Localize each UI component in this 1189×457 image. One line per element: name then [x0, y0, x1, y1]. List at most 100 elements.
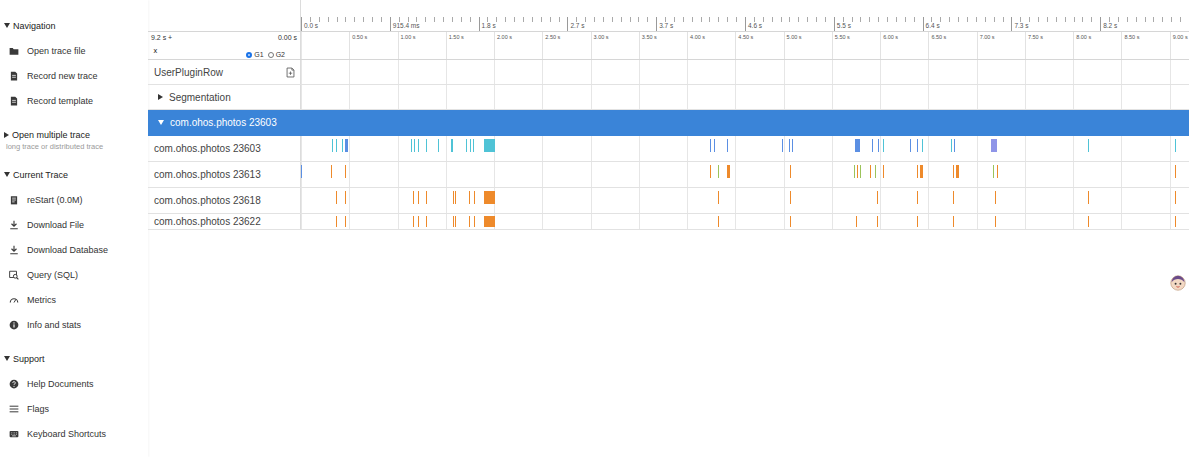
sidebar-item[interactable]: Download Database — [0, 237, 148, 262]
row-label[interactable]: com.ohos.photos 23603 — [148, 110, 301, 135]
row-track[interactable] — [301, 85, 1189, 109]
trace-slice[interactable] — [872, 139, 873, 152]
trace-slice[interactable] — [782, 139, 783, 152]
trace-slice[interactable] — [875, 165, 876, 178]
trace-slice[interactable] — [790, 216, 791, 227]
trace-slice[interactable] — [995, 216, 996, 227]
trace-slice[interactable] — [718, 216, 719, 227]
row-label[interactable]: com.ohos.photos 23613 — [148, 162, 301, 187]
row-track[interactable] — [301, 162, 1189, 187]
sidebar-item[interactable]: Help Documents — [0, 371, 148, 396]
trace-slice[interactable] — [870, 165, 871, 178]
sidebar-item[interactable]: Query (SQL) — [0, 262, 148, 287]
trace-slice[interactable] — [455, 191, 456, 204]
trace-slice[interactable] — [426, 139, 427, 152]
trace-slice[interactable] — [920, 165, 923, 178]
trace-slice[interactable] — [997, 165, 998, 178]
trace-slice[interactable] — [413, 216, 414, 227]
trace-slice[interactable] — [426, 216, 427, 227]
trace-slice[interactable] — [345, 165, 346, 178]
trace-slice[interactable] — [883, 165, 884, 178]
row-track[interactable] — [301, 60, 1189, 84]
sidebar-item[interactable]: Flags — [0, 396, 148, 421]
trace-slice[interactable] — [953, 191, 954, 204]
trace-slice[interactable] — [345, 216, 346, 227]
trace-slice[interactable] — [855, 139, 860, 152]
trace-slice[interactable] — [426, 191, 427, 204]
trace-slice[interactable] — [474, 191, 475, 204]
trace-slice[interactable] — [710, 165, 711, 178]
trace-slice[interactable] — [991, 139, 997, 152]
trace-row[interactable]: com.ohos.photos 23618 — [148, 188, 1189, 214]
trace-slice[interactable] — [418, 139, 419, 152]
trace-slice[interactable] — [953, 165, 954, 178]
expand-arrow-icon[interactable] — [158, 120, 164, 125]
trace-slice[interactable] — [1088, 216, 1089, 227]
group-radio[interactable]: G1 — [246, 51, 263, 58]
trace-slice[interactable] — [790, 191, 791, 204]
trace-slice[interactable] — [951, 139, 952, 152]
trace-slice[interactable] — [789, 139, 790, 152]
group-radio[interactable]: G2 — [268, 51, 285, 58]
trace-slice[interactable] — [469, 216, 470, 227]
trace-slice[interactable] — [418, 216, 419, 227]
sidebar-item[interactable]: reStart (0.0M) — [0, 187, 148, 212]
trace-slice[interactable] — [336, 216, 337, 227]
row-track[interactable] — [301, 110, 1189, 135]
trace-slice[interactable] — [345, 139, 348, 152]
trace-slice[interactable] — [466, 139, 467, 152]
sidebar-item[interactable]: Info and stats — [0, 312, 148, 337]
trace-slice[interactable] — [710, 139, 711, 152]
trace-slice[interactable] — [953, 216, 954, 227]
row-label[interactable]: Segmentation — [148, 85, 301, 109]
trace-slice[interactable] — [883, 139, 884, 152]
trace-slice[interactable] — [917, 165, 918, 178]
trace-slice[interactable] — [714, 139, 715, 152]
trace-slice[interactable] — [910, 139, 911, 152]
row-label[interactable]: com.ohos.photos 23603 — [148, 136, 301, 161]
trace-slice[interactable] — [411, 139, 412, 152]
group-header[interactable]: Navigation — [0, 13, 148, 38]
sidebar-item[interactable]: Metrics — [0, 287, 148, 312]
trace-slice[interactable] — [484, 191, 495, 204]
trace-slice[interactable] — [792, 139, 793, 152]
trace-slice[interactable] — [469, 191, 470, 204]
group-header[interactable]: Current Trace — [0, 162, 148, 187]
trace-slice[interactable] — [451, 139, 453, 152]
trace-row[interactable]: com.ohos.photos 23622 — [148, 214, 1189, 230]
trace-slice[interactable] — [453, 216, 454, 227]
trace-slice[interactable] — [453, 191, 454, 204]
sidebar-item[interactable]: Open trace file — [0, 38, 148, 63]
trace-slice[interactable] — [414, 139, 415, 152]
trace-slice[interactable] — [718, 165, 719, 178]
overview-ruler[interactable]: 0.0 s915.4 ms1.8 s2.7 s3.7 s4.6 s5.5 s6.… — [148, 0, 1189, 32]
overview-track[interactable]: 0.0 s915.4 ms1.8 s2.7 s3.7 s4.6 s5.5 s6.… — [301, 0, 1189, 31]
trace-slice[interactable] — [331, 165, 332, 178]
trace-slice[interactable] — [438, 139, 439, 152]
assistant-avatar-icon[interactable] — [1170, 275, 1186, 291]
row-label[interactable]: com.ohos.photos 23622 — [148, 214, 301, 229]
trace-slice[interactable] — [1175, 139, 1176, 152]
trace-slice[interactable] — [345, 191, 346, 204]
sidebar-item[interactable]: Keyboard Shortcuts — [0, 421, 148, 446]
trace-slice[interactable] — [877, 191, 878, 204]
trace-slice[interactable] — [922, 139, 923, 152]
trace-slice[interactable] — [336, 139, 337, 152]
collapse-toggle[interactable]: ⌄⌃ — [151, 46, 159, 58]
trace-slice[interactable] — [1088, 139, 1089, 152]
trace-slice[interactable] — [917, 191, 918, 204]
trace-slice[interactable] — [917, 139, 918, 152]
expand-arrow-icon[interactable] — [158, 94, 163, 100]
expand-arrow-icon[interactable] — [4, 172, 10, 177]
trace-slice[interactable] — [418, 191, 419, 204]
trace-slice[interactable] — [332, 139, 333, 152]
trace-slice[interactable] — [860, 165, 861, 178]
trace-slice[interactable] — [878, 139, 879, 152]
trace-slice[interactable] — [470, 139, 471, 152]
trace-slice[interactable] — [856, 216, 857, 227]
row-label[interactable]: UserPluginRow — [148, 60, 301, 84]
trace-slice[interactable] — [342, 139, 343, 152]
row-track[interactable] — [301, 136, 1189, 161]
trace-slice[interactable] — [336, 191, 337, 204]
row-track[interactable] — [301, 188, 1189, 213]
